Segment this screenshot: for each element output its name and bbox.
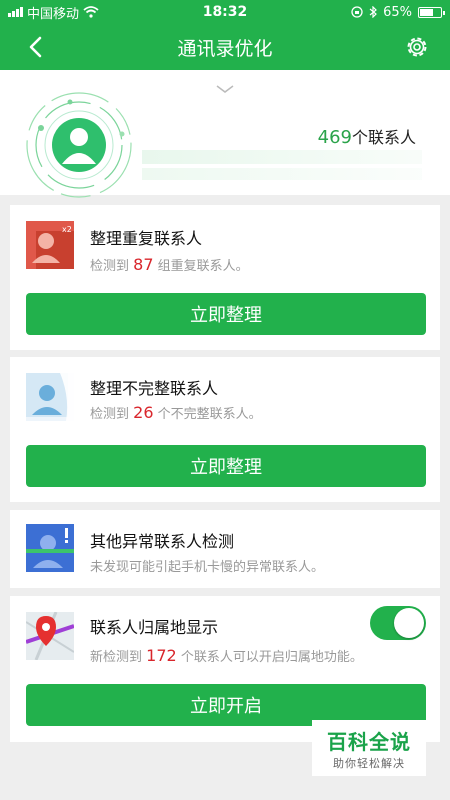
abnormal-contacts-icon [26,524,74,572]
bluetooth-icon [369,6,377,18]
contact-count-number: 469 [317,127,352,148]
watermark-logo: 百科全说 助你轻松解决 [312,720,426,776]
contact-count: 469个联系人 [318,124,416,148]
toggle-knob [394,608,424,638]
abnormal-contacts-card: 其他异常联系人检测 未发现可能引起手机卡慢的异常联系人。 [10,510,440,588]
organize-incomplete-button[interactable]: 立即整理 [26,445,426,487]
card-title: 联系人归属地显示 [90,618,219,637]
chevron-down-icon[interactable] [215,84,235,94]
contact-count-suffix: 个联系人 [351,128,416,147]
battery-percent: 65% [383,4,412,20]
incomplete-contacts-icon [26,373,74,421]
card-title: 整理不完整联系人 [90,379,219,398]
location-count: 172 [146,646,177,665]
desc-prefix: 检测到 [90,407,134,422]
card-title: 其他异常联系人检测 [90,532,235,551]
desc-suffix: 个联系人可以开启归属地功能。 [176,650,363,665]
back-arrow-icon[interactable] [22,33,50,61]
scan-line [142,168,422,180]
desc-prefix: 检测到 [90,259,134,274]
scan-header: 469个联系人 [0,70,450,198]
signal-icon [8,7,23,17]
card-desc: 新检测到 172 个联系人可以开启归属地功能。 [90,646,363,665]
orientation-lock-icon [351,6,363,18]
incomplete-contacts-card: 整理不完整联系人 检测到 26 个不完整联系人。 立即整理 [10,357,440,502]
desc-prefix: 新检测到 [90,650,147,665]
map-pin-icon [26,612,74,660]
duplicate-contacts-card: x2 整理重复联系人 检测到 87 组重复联系人。 立即整理 [10,205,440,350]
nav-bar: 通讯录优化 [0,24,450,70]
page-title: 通讯录优化 [177,37,273,60]
radar-avatar-icon [26,92,132,198]
card-desc: 未发现可能引起手机卡慢的异常联系人。 [90,560,325,575]
watermark-title: 百科全说 [327,729,411,754]
duplicate-count: 87 [133,255,154,274]
organize-duplicates-button[interactable]: 立即整理 [26,293,426,335]
gear-icon[interactable] [404,34,430,60]
card-title: 整理重复联系人 [90,229,203,248]
duplicate-badge: x2 [62,225,72,234]
wifi-icon [83,6,99,18]
battery-icon [418,6,445,18]
status-time: 18:32 [202,4,248,20]
desc-suffix: 个不完整联系人。 [153,407,262,422]
card-desc: 检测到 26 个不完整联系人。 [90,403,262,422]
card-desc: 检测到 87 组重复联系人。 [90,255,249,274]
status-bar: 中国移动 18:32 65% [0,0,450,24]
desc-suffix: 组重复联系人。 [153,259,249,274]
incomplete-count: 26 [133,403,154,422]
watermark-subtitle: 助你轻松解决 [333,756,405,770]
duplicate-contacts-icon: x2 [26,221,74,269]
carrier-label: 中国移动 [27,6,80,22]
scan-line [142,150,422,164]
location-toggle[interactable] [370,606,426,640]
